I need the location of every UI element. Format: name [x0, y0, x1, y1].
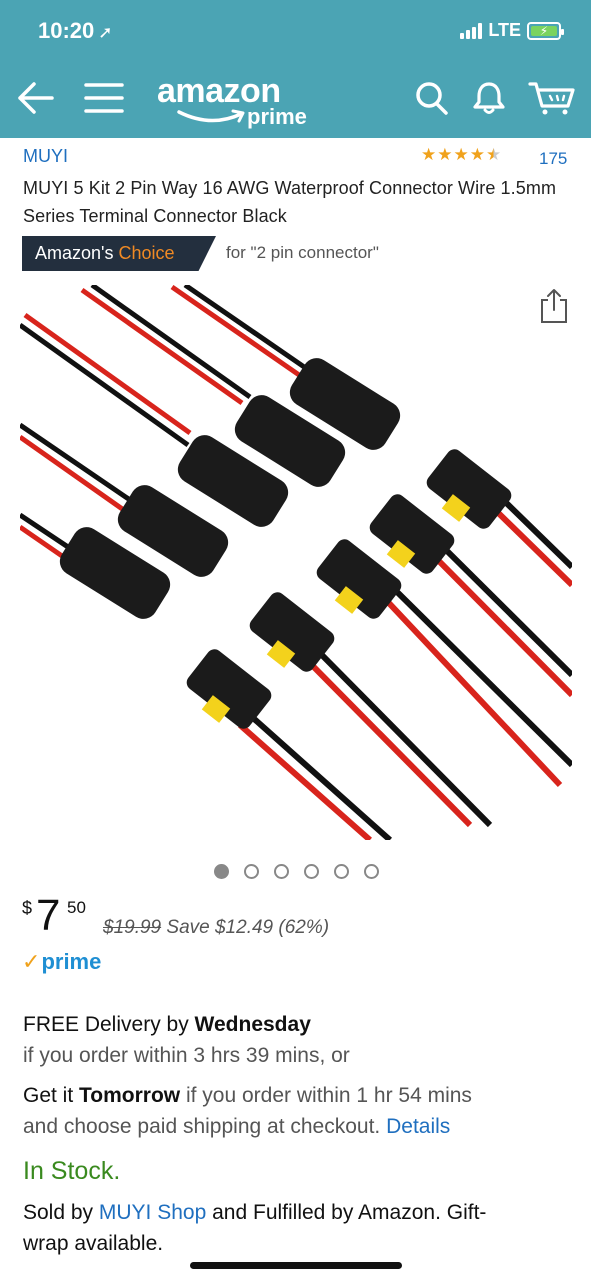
rating-count[interactable]: 175: [539, 149, 567, 169]
amazon-prime-logo[interactable]: amazon prime: [157, 72, 307, 129]
prime-label: prime: [41, 949, 102, 974]
status-time-text: 10:20: [38, 18, 95, 43]
fast-delivery-checkout: and choose paid shipping at checkout.: [23, 1115, 387, 1138]
search-icon[interactable]: [415, 80, 449, 116]
carousel-dot[interactable]: [304, 864, 319, 879]
smile-icon: [177, 109, 245, 123]
carousel-dot[interactable]: [274, 864, 289, 879]
price-fraction: 50: [67, 898, 86, 917]
battery-icon: ⚡: [527, 21, 564, 40]
female-connector-1: [186, 649, 392, 840]
savings: Save $12.49 (62%): [166, 917, 330, 938]
carousel-dot[interactable]: [334, 864, 349, 879]
home-indicator: [190, 1262, 402, 1269]
list-price-line: $19.99 Save $12.49 (62%): [103, 917, 329, 939]
seller-link[interactable]: MUYI Shop: [99, 1201, 206, 1224]
status-indicators: LTE ⚡: [460, 20, 564, 41]
female-connector-3: [316, 539, 572, 788]
fast-delivery-condition: if you order within 1 hr 54 mins: [180, 1084, 472, 1107]
star-icon: ★: [453, 145, 469, 164]
carousel-dot[interactable]: [364, 864, 379, 879]
fast-delivery-line: Get it Tomorrow if you order within 1 hr…: [23, 1080, 472, 1111]
share-icon[interactable]: [540, 288, 568, 324]
sold-by-line: Sold by MUYI Shop and Fulfilled by Amazo…: [23, 1197, 486, 1228]
bell-icon[interactable]: [472, 80, 506, 116]
image-carousel-dots[interactable]: [214, 864, 379, 879]
cart-icon[interactable]: [528, 80, 576, 116]
fast-delivery-line-2: and choose paid shipping at checkout. De…: [23, 1111, 450, 1142]
app-header: 10:20 ➚ LTE ⚡ amazon prime: [0, 0, 591, 138]
carousel-dot[interactable]: [244, 864, 259, 879]
sold-by-prefix: Sold by: [23, 1201, 99, 1224]
prime-check-icon: ✓: [22, 949, 41, 974]
stock-status: In Stock.: [23, 1157, 121, 1185]
free-delivery-day: Wednesday: [194, 1013, 311, 1036]
choice-label-1: Amazon's: [35, 243, 114, 263]
star-icon: ★: [469, 145, 485, 164]
amazons-choice-badge: Amazon's Choice: [22, 236, 216, 271]
location-arrow-icon: ➚: [98, 23, 113, 42]
female-connector-2: [249, 592, 493, 828]
half-star-icon: ★: [486, 145, 502, 164]
product-title: MUYI 5 Kit 2 Pin Way 16 AWG Waterproof C…: [23, 178, 557, 226]
fast-delivery-prefix: Get it: [23, 1084, 80, 1107]
fast-delivery-day: Tomorrow: [79, 1084, 181, 1107]
product-image[interactable]: [20, 285, 572, 840]
free-delivery-line: FREE Delivery by Wednesday: [23, 1009, 311, 1040]
signal-icon: [460, 22, 483, 39]
logo-word: amazon: [157, 72, 281, 110]
star-icon: ★: [421, 145, 437, 164]
choice-label-2: Choice: [118, 243, 175, 263]
price-currency: $: [22, 898, 33, 918]
free-delivery-condition: if you order within 3 hrs 39 mins, or: [23, 1044, 350, 1067]
menu-icon[interactable]: [84, 80, 124, 116]
list-price: $19.99: [103, 917, 162, 938]
network-label: LTE: [488, 20, 521, 40]
sold-by-suffix: and Fulfilled by Amazon. Gift-: [206, 1201, 487, 1224]
carousel-dot[interactable]: [214, 864, 229, 879]
brand-link[interactable]: MUYI: [23, 146, 68, 167]
choice-keyword: for "2 pin connector": [226, 243, 379, 262]
status-time: 10:20 ➚: [38, 18, 113, 44]
star-icon: ★: [437, 145, 453, 164]
logo-prime: prime: [247, 104, 307, 129]
sold-by-line-2: wrap available.: [23, 1232, 164, 1255]
back-arrow-icon[interactable]: [16, 80, 54, 116]
prime-badge: ✓ prime: [22, 949, 101, 975]
star-rating[interactable]: ★ ★ ★ ★ ★: [421, 146, 501, 163]
details-link[interactable]: Details: [386, 1115, 450, 1138]
free-delivery-prefix: FREE Delivery by: [23, 1013, 195, 1036]
price-whole: 7: [36, 891, 61, 940]
